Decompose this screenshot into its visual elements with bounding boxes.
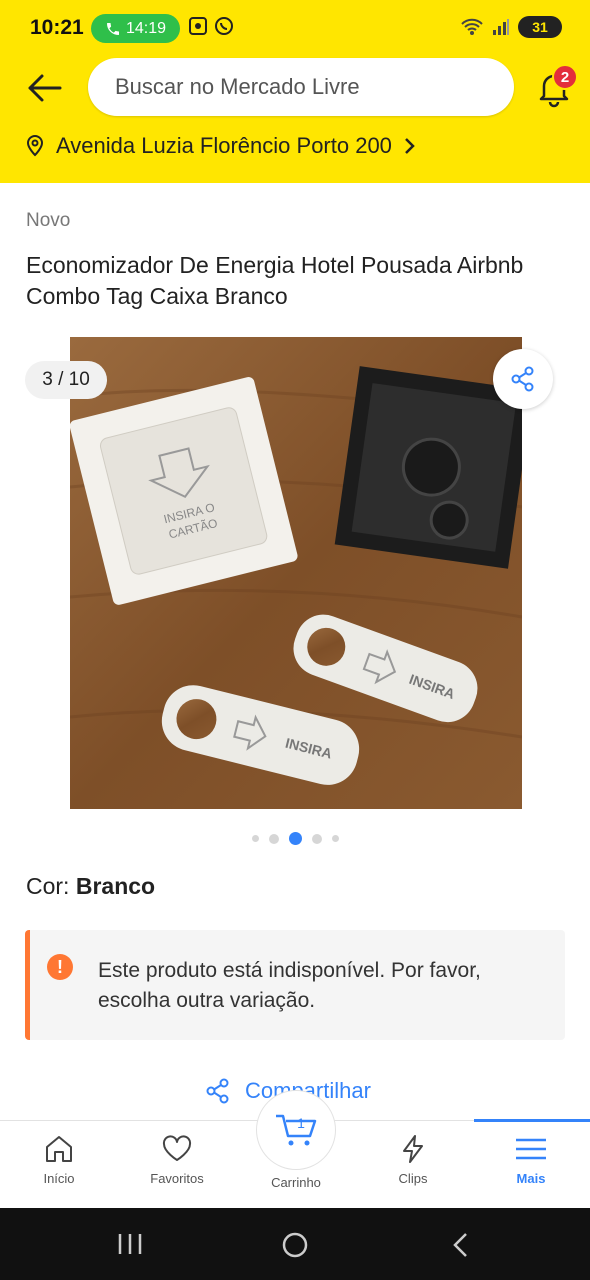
app-header: 10:21 14:19 31 Buscar no Mercado Livre 2… <box>0 0 590 183</box>
system-status-icons: 31 <box>460 16 562 38</box>
signal-icon <box>493 19 509 35</box>
location-pin-icon <box>26 135 44 157</box>
phone-icon <box>106 22 119 35</box>
delivery-address[interactable]: Avenida Luzia Florêncio Porto 200 <box>26 133 416 159</box>
nav-label-cart: Carrinho <box>271 1175 321 1190</box>
nav-item-clips[interactable]: Clips <box>354 1121 472 1209</box>
call-timer: 14:19 <box>125 19 167 37</box>
battery-level: 31 <box>532 19 548 35</box>
search-placeholder: Buscar no Mercado Livre <box>115 74 360 99</box>
share-image-button[interactable] <box>493 349 553 409</box>
heart-icon <box>162 1135 192 1161</box>
product-photo: INSIRA O CARTÃO INSIRA INSIRA <box>70 337 522 809</box>
share-icon <box>206 1078 229 1104</box>
bolt-icon <box>403 1135 423 1163</box>
color-selection: Cor: Branco <box>26 873 155 900</box>
image-counter: 3 / 10 <box>25 361 107 399</box>
recent-apps-icon[interactable] <box>117 1232 143 1256</box>
gallery-dot[interactable] <box>311 833 322 844</box>
status-time: 10:21 <box>30 16 84 39</box>
nav-label-favorites: Favoritos <box>150 1171 204 1186</box>
nav-label-clips: Clips <box>398 1171 428 1186</box>
product-title: Economizador De Energia Hotel Pousada Ai… <box>26 252 524 309</box>
nav-active-indicator <box>474 1119 590 1122</box>
system-navigation-bar <box>0 1208 590 1280</box>
home-button-icon[interactable] <box>281 1231 309 1259</box>
cart-count: 1 <box>297 1115 305 1131</box>
whatsapp-icon <box>215 17 233 35</box>
home-icon <box>46 1136 72 1162</box>
gallery-dot[interactable] <box>251 835 259 842</box>
back-nav-icon[interactable] <box>451 1231 471 1259</box>
color-label: Cor: <box>26 873 70 899</box>
menu-icon <box>516 1138 546 1160</box>
product-image[interactable]: INSIRA O CARTÃO INSIRA INSIRA <box>70 337 522 809</box>
wifi-icon <box>461 18 483 35</box>
nav-item-favorites[interactable]: Favoritos <box>118 1121 236 1209</box>
gallery-pagination <box>0 832 590 845</box>
battery-indicator: 31 <box>518 16 562 38</box>
ongoing-call-pill[interactable]: 14:19 <box>91 14 180 43</box>
nav-item-cart[interactable]: 1 <box>256 1090 336 1170</box>
warning-icon: ! <box>47 954 73 980</box>
product-condition: Novo <box>26 210 71 231</box>
nav-item-home[interactable]: Início <box>0 1121 118 1209</box>
gallery-dot[interactable] <box>331 835 339 842</box>
cart-icon: 1 <box>276 1114 317 1146</box>
nav-item-more[interactable]: Mais <box>472 1121 590 1209</box>
share-icon <box>511 366 534 392</box>
nav-label-more: Mais <box>516 1171 546 1186</box>
alert-message: Este produto está indisponível. Por favo… <box>98 959 481 1012</box>
screenshot-icon <box>189 17 207 35</box>
address-text: Avenida Luzia Florêncio Porto 200 <box>56 133 392 158</box>
nav-label-home: Início <box>43 1171 75 1186</box>
notification-icons <box>188 16 234 36</box>
search-input[interactable]: Buscar no Mercado Livre <box>88 58 514 116</box>
arrow-left-icon <box>28 74 62 102</box>
notifications-badge: 2 <box>552 64 578 90</box>
status-bar: 10:21 14:19 31 <box>0 0 590 56</box>
gallery-dot-active[interactable] <box>288 832 302 845</box>
gallery-dot[interactable] <box>268 833 279 844</box>
chevron-right-icon <box>405 138 415 154</box>
back-button[interactable] <box>24 70 64 106</box>
color-value: Branco <box>75 873 156 899</box>
